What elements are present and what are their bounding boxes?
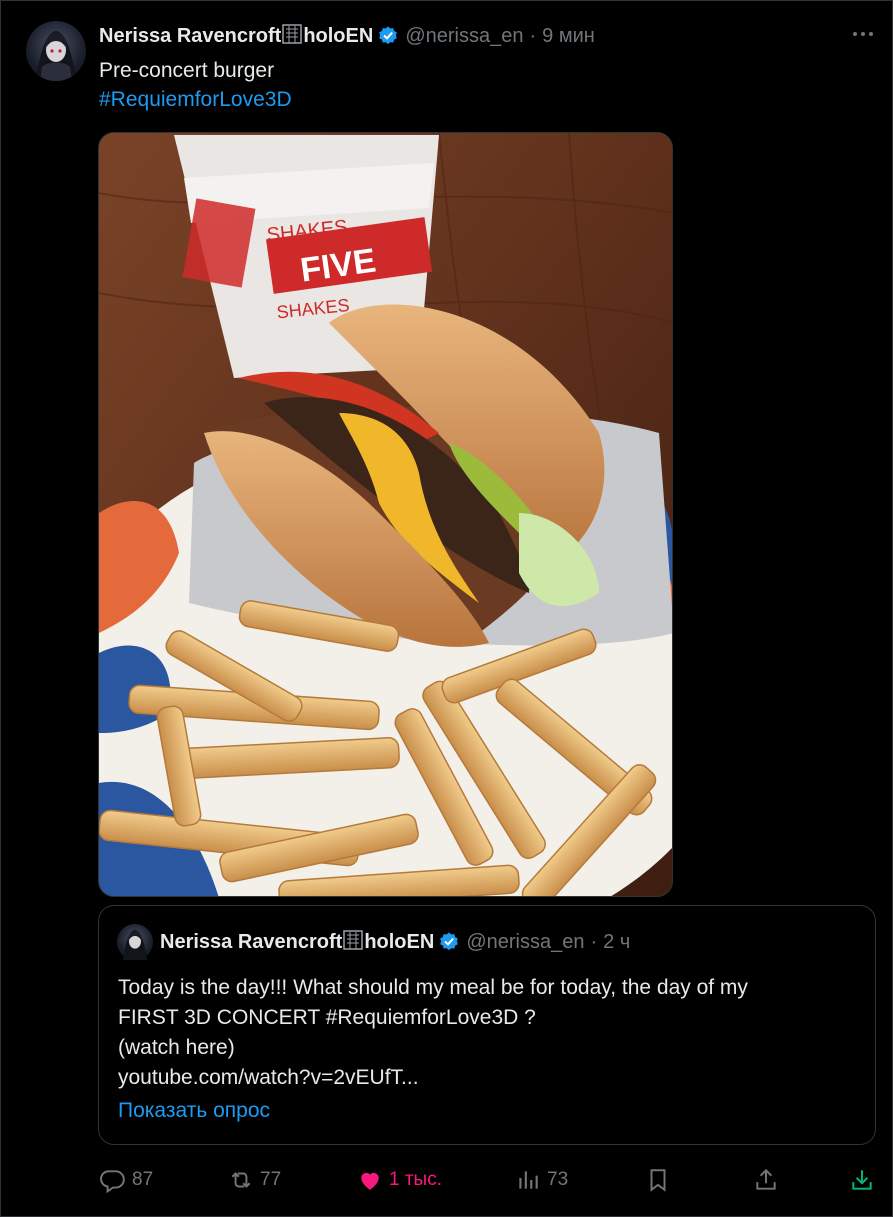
avatar-image [123,930,147,960]
verified-badge-icon[interactable] [377,25,399,47]
quoted-tweet[interactable]: Nerissa Ravencroft holoEN @nerissa_en · 2… [98,905,876,1145]
bookmark-button[interactable] [645,1158,671,1202]
retweet-count: 77 [260,1169,282,1190]
retweet-icon [231,1172,251,1188]
share-icon [756,1168,776,1190]
tweet-action-bar: 87 77 1 тыс. 73 [0,1158,893,1202]
share-button[interactable] [753,1158,779,1202]
retweet-button[interactable]: 77 [228,1158,281,1202]
quoted-author-name: Nerissa Ravencroft holoEN [160,930,435,953]
avatar-image [36,31,76,81]
quoted-text-line: (watch here) [118,1036,235,1059]
tweet-text-line: Pre-concert burger [99,59,275,82]
like-button[interactable]: 1 тыс. [357,1158,442,1202]
reply-count: 87 [132,1169,154,1190]
quoted-link[interactable]: youtube.com/watch?v=2vEUfT... [118,1063,858,1093]
hashtag-link[interactable]: #RequiemforLove3D [99,85,292,114]
tweet-header: Nerissa Ravencroft holoEN @nerissa_en · 9… [99,22,595,50]
reply-icon [100,1170,125,1193]
separator-dot: · [590,930,598,953]
quoted-time: 2 ч [603,930,631,953]
quoted-header: Nerissa Ravencroft holoEN @nerissa_en · 2… [160,928,630,956]
author-avatar[interactable] [26,21,86,81]
heart-filled-icon [361,1172,379,1190]
quoted-text-line: FIRST 3D CONCERT #RequiemforLove3D ? [118,1006,536,1029]
download-button[interactable] [849,1158,875,1202]
author-handle[interactable]: @nerissa_en [405,25,523,48]
views-button[interactable]: 73 [515,1158,568,1202]
quoted-author-handle: @nerissa_en [466,930,585,953]
tweet-time[interactable]: 9 мин [542,25,595,48]
bookmark-icon [650,1169,666,1192]
tombstone-glyph-icon [343,930,364,950]
views-chart-icon [519,1171,538,1189]
tweet-text: Pre-concert burger #RequiemforLove3D [99,56,292,114]
burger-photo: FIVE SHAKES SHAKES [99,133,672,896]
quoted-author-avatar [117,924,153,960]
verified-badge-icon [440,932,459,951]
download-icon [852,1170,872,1190]
quoted-text-line: Today is the day!!! What should my meal … [118,976,748,999]
tombstone-glyph-icon [282,24,303,44]
quoted-text: Today is the day!!! What should my meal … [118,973,858,1093]
like-count: 1 тыс. [389,1169,442,1190]
show-poll-link[interactable]: Показать опрос [118,1099,270,1123]
more-dots-icon[interactable] [851,24,875,50]
reply-button[interactable]: 87 [100,1158,153,1202]
tweet-media-photo[interactable]: FIVE SHAKES SHAKES [98,132,673,897]
author-name[interactable]: Nerissa Ravencroft holoEN [99,24,373,48]
separator-dot: · [529,24,537,47]
views-count: 73 [547,1169,569,1190]
